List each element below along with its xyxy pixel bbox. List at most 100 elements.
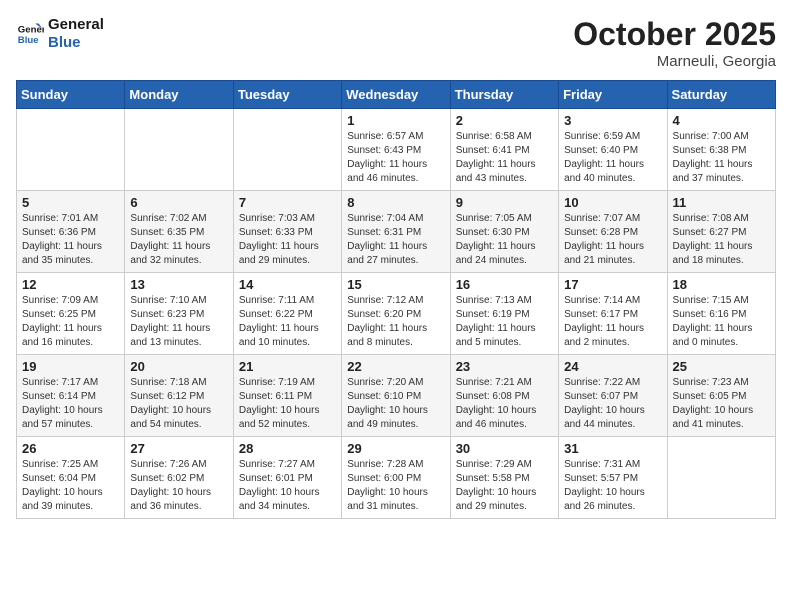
day-number: 17 (564, 277, 661, 292)
calendar-week-row: 1 Sunrise: 6:57 AM Sunset: 6:43 PM Daylig… (17, 109, 776, 191)
calendar-cell: 8Sunrise: 7:04 AM Sunset: 6:31 PM Daylig… (342, 191, 450, 273)
calendar-cell: 16Sunrise: 7:13 AM Sunset: 6:19 PM Dayli… (450, 273, 558, 355)
calendar-cell (667, 437, 775, 519)
weekday-header: Thursday (450, 81, 558, 109)
day-info: Sunrise: 7:27 AM Sunset: 6:01 PM Dayligh… (239, 458, 336, 514)
day-info: Sunrise: 7:19 AM Sunset: 6:11 PM Dayligh… (239, 376, 336, 432)
month-title: October 2025 (573, 16, 776, 53)
calendar-week-row: 19Sunrise: 7:17 AM Sunset: 6:14 PM Dayli… (17, 355, 776, 437)
calendar-cell: 24Sunrise: 7:22 AM Sunset: 6:07 PM Dayli… (559, 355, 667, 437)
calendar-cell: 2 Sunrise: 6:58 AM Sunset: 6:41 PM Daylig… (450, 109, 558, 191)
day-number: 18 (673, 277, 770, 292)
logo: General Blue General Blue (16, 16, 104, 52)
day-info: Sunrise: 7:03 AM Sunset: 6:33 PM Dayligh… (239, 212, 336, 268)
day-info: Sunrise: 7:28 AM Sunset: 6:00 PM Dayligh… (347, 458, 444, 514)
day-number: 19 (22, 359, 119, 374)
day-number: 24 (564, 359, 661, 374)
day-number: 2 (456, 113, 553, 128)
calendar-cell: 10 Sunrise: 7:07 AM Sunset: 6:28 PM Dayli… (559, 191, 667, 273)
day-info: Sunrise: 6:59 AM Sunset: 6:40 PM Dayligh… (564, 130, 661, 186)
calendar-cell (233, 109, 341, 191)
calendar-cell: 18 Sunrise: 7:15 AM Sunset: 6:16 PM Dayli… (667, 273, 775, 355)
calendar-cell: 12 Sunrise: 7:09 AM Sunset: 6:25 PM Dayli… (17, 273, 125, 355)
calendar-week-row: 5 Sunrise: 7:01 AM Sunset: 6:36 PM Daylig… (17, 191, 776, 273)
calendar-cell: 19Sunrise: 7:17 AM Sunset: 6:14 PM Dayli… (17, 355, 125, 437)
day-number: 23 (456, 359, 553, 374)
calendar-cell: 13Sunrise: 7:10 AM Sunset: 6:23 PM Dayli… (125, 273, 233, 355)
day-number: 14 (239, 277, 336, 292)
page-header: General Blue General Blue October 2025 M… (16, 16, 776, 70)
title-block: October 2025 Marneuli, Georgia (573, 16, 776, 70)
calendar-cell: 15Sunrise: 7:12 AM Sunset: 6:20 PM Dayli… (342, 273, 450, 355)
day-info: Sunrise: 7:23 AM Sunset: 6:05 PM Dayligh… (673, 376, 770, 432)
day-number: 27 (130, 441, 227, 456)
day-info: Sunrise: 7:02 AM Sunset: 6:35 PM Dayligh… (130, 212, 227, 268)
logo-line1: General (48, 16, 104, 34)
day-info: Sunrise: 7:14 AM Sunset: 6:17 PM Dayligh… (564, 294, 661, 350)
calendar-cell: 29 Sunrise: 7:28 AM Sunset: 6:00 PM Dayli… (342, 437, 450, 519)
svg-text:Blue: Blue (18, 35, 39, 46)
calendar-week-row: 12 Sunrise: 7:09 AM Sunset: 6:25 PM Dayli… (17, 273, 776, 355)
calendar-week-row: 26 Sunrise: 7:25 AM Sunset: 6:04 PM Dayli… (17, 437, 776, 519)
day-number: 10 (564, 195, 661, 210)
day-number: 6 (130, 195, 227, 210)
day-info: Sunrise: 7:21 AM Sunset: 6:08 PM Dayligh… (456, 376, 553, 432)
weekday-header: Monday (125, 81, 233, 109)
day-info: Sunrise: 7:25 AM Sunset: 6:04 PM Dayligh… (22, 458, 119, 514)
calendar-cell: 27 Sunrise: 7:26 AM Sunset: 6:02 PM Dayli… (125, 437, 233, 519)
day-info: Sunrise: 6:57 AM Sunset: 6:43 PM Dayligh… (347, 130, 444, 186)
day-info: Sunrise: 7:31 AM Sunset: 5:57 PM Dayligh… (564, 458, 661, 514)
day-number: 21 (239, 359, 336, 374)
day-info: Sunrise: 7:07 AM Sunset: 6:28 PM Dayligh… (564, 212, 661, 268)
day-number: 3 (564, 113, 661, 128)
calendar-cell: 6 Sunrise: 7:02 AM Sunset: 6:35 PM Daylig… (125, 191, 233, 273)
calendar-table: SundayMondayTuesdayWednesdayThursdayFrid… (16, 80, 776, 519)
day-info: Sunrise: 7:12 AM Sunset: 6:20 PM Dayligh… (347, 294, 444, 350)
day-number: 30 (456, 441, 553, 456)
day-number: 1 (347, 113, 444, 128)
calendar-cell: 30 Sunrise: 7:29 AM Sunset: 5:58 PM Dayli… (450, 437, 558, 519)
calendar-cell: 14Sunrise: 7:11 AM Sunset: 6:22 PM Dayli… (233, 273, 341, 355)
day-info: Sunrise: 7:26 AM Sunset: 6:02 PM Dayligh… (130, 458, 227, 514)
calendar-cell: 25 Sunrise: 7:23 AM Sunset: 6:05 PM Dayli… (667, 355, 775, 437)
weekday-header: Tuesday (233, 81, 341, 109)
day-info: Sunrise: 7:15 AM Sunset: 6:16 PM Dayligh… (673, 294, 770, 350)
day-number: 28 (239, 441, 336, 456)
calendar-cell (125, 109, 233, 191)
day-number: 5 (22, 195, 119, 210)
calendar-cell: 9 Sunrise: 7:05 AM Sunset: 6:30 PM Daylig… (450, 191, 558, 273)
day-info: Sunrise: 7:01 AM Sunset: 6:36 PM Dayligh… (22, 212, 119, 268)
day-info: Sunrise: 7:29 AM Sunset: 5:58 PM Dayligh… (456, 458, 553, 514)
calendar-cell: 17 Sunrise: 7:14 AM Sunset: 6:17 PM Dayli… (559, 273, 667, 355)
day-number: 29 (347, 441, 444, 456)
calendar-cell: 11 Sunrise: 7:08 AM Sunset: 6:27 PM Dayli… (667, 191, 775, 273)
day-info: Sunrise: 7:08 AM Sunset: 6:27 PM Dayligh… (673, 212, 770, 268)
calendar-cell: 28 Sunrise: 7:27 AM Sunset: 6:01 PM Dayli… (233, 437, 341, 519)
calendar-cell: 1 Sunrise: 6:57 AM Sunset: 6:43 PM Daylig… (342, 109, 450, 191)
calendar-cell: 22Sunrise: 7:20 AM Sunset: 6:10 PM Dayli… (342, 355, 450, 437)
logo-line2: Blue (48, 34, 104, 52)
day-number: 16 (456, 277, 553, 292)
day-info: Sunrise: 7:10 AM Sunset: 6:23 PM Dayligh… (130, 294, 227, 350)
day-number: 31 (564, 441, 661, 456)
day-number: 4 (673, 113, 770, 128)
day-number: 22 (347, 359, 444, 374)
day-number: 11 (673, 195, 770, 210)
day-number: 20 (130, 359, 227, 374)
day-number: 26 (22, 441, 119, 456)
logo-icon: General Blue (16, 20, 44, 48)
day-info: Sunrise: 6:58 AM Sunset: 6:41 PM Dayligh… (456, 130, 553, 186)
day-number: 12 (22, 277, 119, 292)
calendar-cell: 23 Sunrise: 7:21 AM Sunset: 6:08 PM Dayli… (450, 355, 558, 437)
day-info: Sunrise: 7:05 AM Sunset: 6:30 PM Dayligh… (456, 212, 553, 268)
day-number: 9 (456, 195, 553, 210)
calendar-cell: 21 Sunrise: 7:19 AM Sunset: 6:11 PM Dayli… (233, 355, 341, 437)
day-number: 25 (673, 359, 770, 374)
day-info: Sunrise: 7:00 AM Sunset: 6:38 PM Dayligh… (673, 130, 770, 186)
day-info: Sunrise: 7:09 AM Sunset: 6:25 PM Dayligh… (22, 294, 119, 350)
calendar-cell: 26 Sunrise: 7:25 AM Sunset: 6:04 PM Dayli… (17, 437, 125, 519)
location-subtitle: Marneuli, Georgia (573, 53, 776, 70)
weekday-header-row: SundayMondayTuesdayWednesdayThursdayFrid… (17, 81, 776, 109)
day-info: Sunrise: 7:04 AM Sunset: 6:31 PM Dayligh… (347, 212, 444, 268)
calendar-cell: 4 Sunrise: 7:00 AM Sunset: 6:38 PM Daylig… (667, 109, 775, 191)
